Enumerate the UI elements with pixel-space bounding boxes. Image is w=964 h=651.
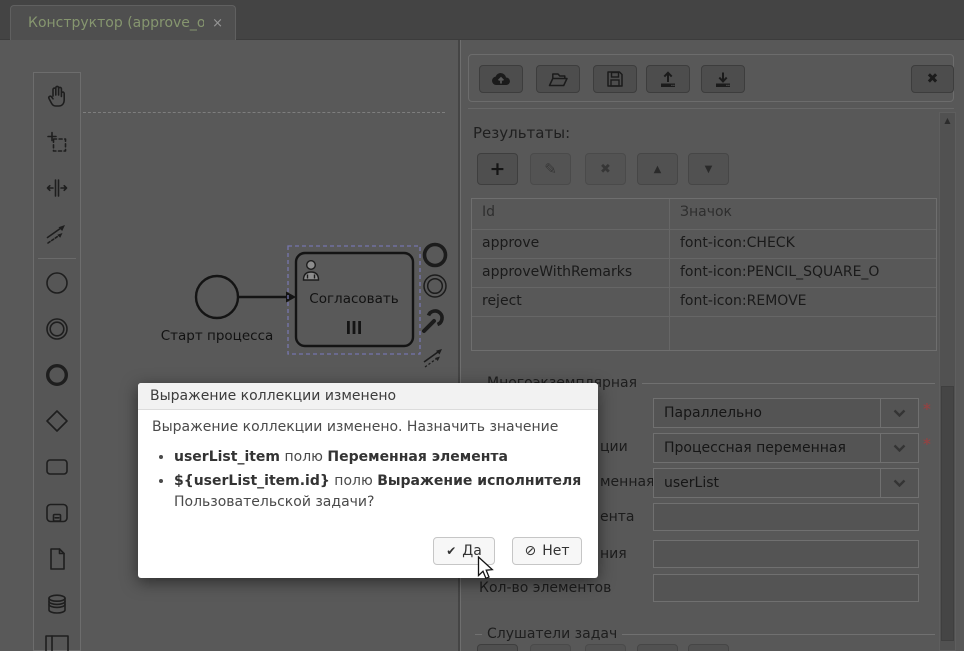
context-pad-end-event-icon[interactable] bbox=[422, 242, 448, 268]
field-label: ния bbox=[600, 546, 627, 562]
arrow-up-icon: ▲ bbox=[653, 163, 662, 175]
check-icon: ✔ bbox=[446, 544, 457, 558]
field-label: ента bbox=[600, 509, 635, 525]
context-pad-connect-icon[interactable] bbox=[423, 349, 442, 368]
sequential-mode-select[interactable]: Параллельно bbox=[653, 398, 919, 428]
open-button[interactable] bbox=[536, 65, 580, 93]
upload-button[interactable] bbox=[646, 65, 690, 93]
listener-down-button[interactable]: ▼ bbox=[688, 644, 729, 651]
field-label-element-count: Кол-во элементов bbox=[479, 580, 612, 596]
ban-icon: ⊘ bbox=[524, 543, 537, 559]
field-label: ции bbox=[600, 439, 628, 455]
cell-icon: font-icon:CHECK bbox=[680, 235, 795, 251]
close-icon: ✖ bbox=[926, 71, 939, 87]
required-marker: * bbox=[923, 400, 931, 418]
listeners-fieldset-legend: Слушатели задач bbox=[482, 626, 623, 642]
cloud-upload-icon bbox=[490, 70, 512, 88]
tab-title: Конструктор (approve_offe... bbox=[28, 15, 205, 31]
deploy-button[interactable] bbox=[479, 65, 523, 93]
dialog-tail-question: Пользовательской задачи? bbox=[174, 494, 375, 510]
download-icon bbox=[713, 70, 733, 88]
element-count-input[interactable] bbox=[653, 574, 919, 602]
results-table: Id Значок approve font-icon:CHECK approv… bbox=[471, 198, 937, 351]
collection-type-select[interactable]: Процессная переменная bbox=[653, 433, 919, 463]
table-row[interactable]: approve font-icon:CHECK bbox=[472, 229, 936, 258]
save-button[interactable] bbox=[593, 65, 637, 93]
process-variable-select[interactable]: userList bbox=[653, 468, 919, 498]
save-icon bbox=[606, 70, 624, 88]
panel-scrollbar[interactable]: ▲ bbox=[939, 112, 956, 651]
table-header-row: Id Значок bbox=[472, 199, 936, 229]
chevron-down-icon bbox=[880, 434, 918, 462]
field-label: менная bbox=[600, 474, 655, 490]
dialog-message: Выражение коллекции изменено. Назначить … bbox=[152, 419, 559, 435]
delete-result-button[interactable]: ✖ bbox=[585, 153, 626, 185]
panel-toolbar: ✖ bbox=[468, 54, 954, 102]
add-result-button[interactable]: + bbox=[477, 153, 518, 185]
parallel-multi-instance-marker bbox=[347, 321, 361, 334]
required-marker: * bbox=[923, 435, 931, 453]
cell-id: reject bbox=[472, 288, 670, 316]
download-button[interactable] bbox=[701, 65, 745, 93]
upload-icon bbox=[658, 70, 678, 88]
cell-icon: font-icon:PENCIL_SQUARE_O bbox=[680, 264, 880, 280]
collection-changed-dialog: Выражение коллекции изменено Выражение к… bbox=[138, 383, 598, 578]
dialog-body: Выражение коллекции изменено. Назначить … bbox=[138, 410, 598, 513]
scrollbar-up-arrow[interactable]: ▲ bbox=[940, 116, 955, 125]
tab-bar: Конструктор (approve_offe... × bbox=[0, 0, 964, 40]
select-value: Процессная переменная bbox=[664, 440, 846, 456]
bullet-item: ${userList_item.id} полю Выражение испол… bbox=[174, 471, 584, 513]
select-value: Параллельно bbox=[664, 405, 762, 421]
header-id: Id bbox=[472, 199, 670, 229]
move-up-button[interactable]: ▲ bbox=[637, 153, 678, 185]
cell-id: approveWithRemarks bbox=[472, 259, 670, 287]
edit-listener-button[interactable]: ✎ bbox=[530, 644, 571, 651]
x-icon: ✖ bbox=[600, 161, 611, 177]
tab-close-icon[interactable]: × bbox=[212, 16, 223, 31]
mouse-cursor bbox=[477, 556, 494, 580]
table-row[interactable]: reject font-icon:REMOVE bbox=[472, 287, 936, 316]
results-label: Результаты: bbox=[473, 124, 571, 142]
tab-constructor[interactable]: Конструктор (approve_offe... × bbox=[10, 5, 236, 40]
no-label: Нет bbox=[542, 543, 570, 559]
edit-result-button[interactable]: ✎ bbox=[530, 153, 571, 185]
add-listener-button[interactable]: + bbox=[477, 644, 518, 651]
select-value: userList bbox=[664, 475, 720, 491]
pencil-icon: ✎ bbox=[544, 160, 557, 178]
chevron-down-icon bbox=[880, 399, 918, 427]
header-icon: Значок bbox=[680, 204, 733, 220]
no-button[interactable]: ⊘ Нет bbox=[512, 537, 582, 565]
plus-icon: + bbox=[489, 158, 506, 180]
cell-id: approve bbox=[472, 230, 670, 258]
move-down-button[interactable]: ▼ bbox=[688, 153, 729, 185]
context-pad bbox=[422, 242, 448, 368]
start-event-shape[interactable] bbox=[194, 274, 240, 320]
table-row[interactable]: approveWithRemarks font-icon:PENCIL_SQUA… bbox=[472, 258, 936, 287]
element-variable-input[interactable] bbox=[653, 503, 919, 531]
start-event-label: Старт процесса bbox=[161, 328, 274, 344]
completion-condition-input[interactable] bbox=[653, 540, 919, 568]
delete-listener-button[interactable]: ✖ bbox=[585, 644, 626, 651]
panel-separator bbox=[468, 108, 954, 109]
panel-close-button[interactable]: ✖ bbox=[911, 65, 954, 93]
folder-open-icon bbox=[547, 70, 569, 88]
context-pad-intermediate-event-icon[interactable] bbox=[423, 274, 447, 298]
context-pad-wrench-icon[interactable] bbox=[422, 309, 444, 333]
dialog-bullet-list: userList_item полю Переменная элемента $… bbox=[174, 447, 584, 513]
chevron-down-icon bbox=[880, 469, 918, 497]
bullet-item: userList_item полю Переменная элемента bbox=[174, 447, 584, 468]
arrow-down-icon: ▼ bbox=[704, 163, 713, 175]
user-task-label: Согласовать bbox=[309, 291, 398, 307]
cell-icon: font-icon:REMOVE bbox=[680, 293, 807, 309]
dialog-title: Выражение коллекции изменено bbox=[138, 383, 598, 410]
scrollbar-thumb[interactable] bbox=[941, 386, 954, 641]
table-empty-row bbox=[472, 316, 936, 350]
listener-up-button[interactable]: ▲ bbox=[637, 644, 678, 651]
